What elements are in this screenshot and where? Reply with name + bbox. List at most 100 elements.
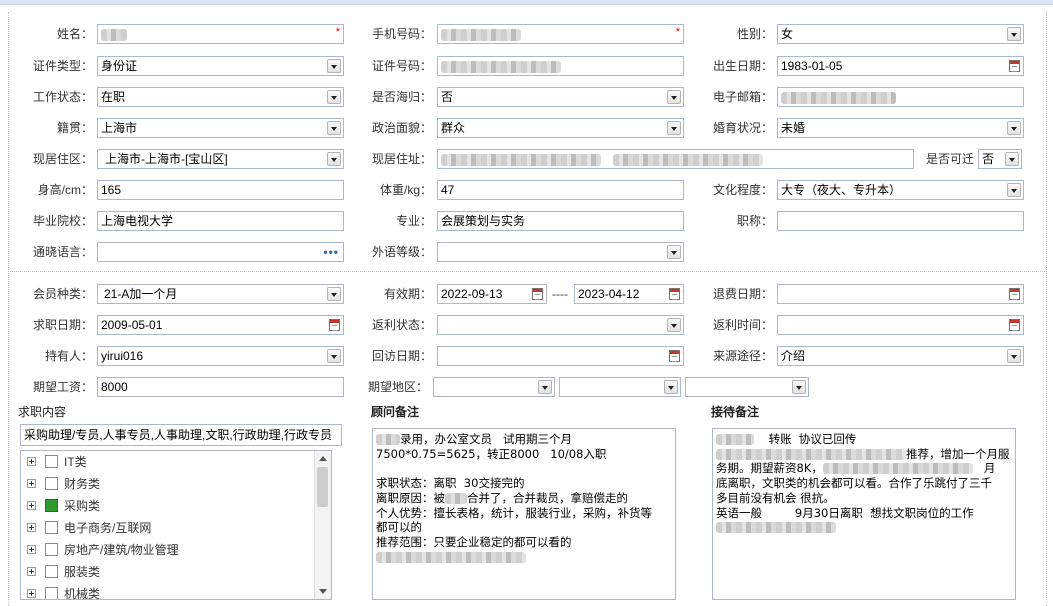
tree-item[interactable]: 服装类: [21, 562, 311, 582]
chevron-down-icon[interactable]: [327, 59, 341, 73]
expand-icon[interactable]: [27, 501, 36, 510]
major-field[interactable]: 会展策划与实务: [437, 211, 684, 231]
job-category-tree[interactable]: IT类 财务类 采购类 电子商务/互联网 房地产/建筑/物业管理 服装类机械类: [20, 450, 332, 600]
job-date-field[interactable]: 2009-05-01: [97, 315, 344, 335]
tree-item[interactable]: 机械类: [21, 584, 311, 599]
expand-icon[interactable]: [27, 457, 36, 466]
email-field[interactable]: [777, 87, 1024, 107]
chevron-down-icon[interactable]: [327, 287, 341, 301]
chevron-down-icon[interactable]: [1005, 152, 1019, 166]
chevron-down-icon[interactable]: [327, 121, 341, 135]
native-select[interactable]: 上海市: [97, 118, 344, 138]
calendar-icon[interactable]: [669, 350, 680, 362]
languages-field[interactable]: •••: [97, 242, 344, 262]
refund-date-field[interactable]: [777, 284, 1024, 304]
expand-icon[interactable]: [27, 479, 36, 488]
title-field[interactable]: [777, 211, 1024, 231]
school-field[interactable]: 上海电视大学: [97, 211, 344, 231]
political-select[interactable]: 群众: [437, 118, 684, 138]
area-district-select[interactable]: [685, 377, 809, 397]
chevron-down-icon[interactable]: [792, 380, 806, 394]
valid-from-field[interactable]: 2022-09-13: [437, 284, 547, 304]
chevron-down-icon[interactable]: [1007, 27, 1021, 41]
valid-from-value: 2022-09-13: [441, 287, 503, 301]
major-label: 专业：: [395, 214, 432, 228]
scroll-down-icon[interactable]: [319, 589, 327, 594]
residence-area-select[interactable]: 上海市-上海市-[宝山区]: [97, 149, 344, 169]
area-city-select[interactable]: [559, 377, 681, 397]
birth-date-field[interactable]: 1983-01-05: [777, 56, 1024, 76]
chevron-down-icon[interactable]: [327, 349, 341, 363]
relocate-select[interactable]: 否: [978, 149, 1022, 169]
category-checkbox[interactable]: [45, 521, 58, 534]
id-number-field[interactable]: [437, 56, 684, 76]
expand-icon[interactable]: [27, 545, 36, 554]
category-checkbox[interactable]: [45, 587, 58, 599]
chevron-down-icon[interactable]: [1007, 183, 1021, 197]
job-content-summary[interactable]: 采购助理/专员,人事专员,人事助理,文职,行政助理,行政专员: [20, 424, 342, 446]
rebate-time-field[interactable]: [777, 315, 1024, 335]
chevron-down-icon[interactable]: [667, 90, 681, 104]
calendar-icon[interactable]: [532, 288, 543, 300]
category-checkbox[interactable]: [45, 499, 58, 512]
gender-select[interactable]: 女: [777, 24, 1024, 44]
category-checkbox[interactable]: [45, 455, 58, 468]
calendar-icon[interactable]: [1009, 319, 1020, 331]
consultant-note-textarea[interactable]: 录用，办公室文员 试用期三个月 7500*0.75=5625，转正8000 10…: [372, 428, 676, 600]
expand-icon[interactable]: [27, 567, 36, 576]
marital-select[interactable]: 未婚: [777, 118, 1024, 138]
calendar-icon[interactable]: [1009, 288, 1020, 300]
chevron-down-icon[interactable]: [664, 380, 678, 394]
job-content-title: 求职内容: [18, 405, 67, 419]
visit-date-field[interactable]: [437, 346, 684, 366]
school-label: 毕业院校：: [32, 214, 93, 228]
height-field[interactable]: 165: [97, 180, 344, 200]
source-select[interactable]: 介绍: [777, 346, 1024, 366]
calendar-icon[interactable]: [329, 319, 340, 331]
overseas-select[interactable]: 否: [437, 87, 684, 107]
rebate-status-select[interactable]: [437, 315, 684, 335]
reception-note-textarea[interactable]: 转账 协议已回传 推荐，增加一个月服 务期。期望薪资8K， 月 底离职，文职类的…: [712, 428, 1016, 600]
tree-scrollbar[interactable]: [314, 451, 331, 599]
name-field[interactable]: *: [97, 24, 344, 44]
valid-to-field[interactable]: 2023-04-12: [574, 284, 684, 304]
area-province-select[interactable]: [433, 377, 555, 397]
work-status-select[interactable]: 在职: [97, 87, 344, 107]
more-icon[interactable]: •••: [323, 243, 339, 261]
tree-item[interactable]: 采购类: [21, 496, 311, 516]
chevron-down-icon[interactable]: [667, 318, 681, 332]
chevron-down-icon[interactable]: [327, 90, 341, 104]
address-field[interactable]: [437, 149, 914, 169]
member-type-select[interactable]: 21-A加一个月: [97, 284, 344, 304]
tree-item[interactable]: 房地产/建筑/物业管理: [21, 540, 311, 560]
chevron-down-icon[interactable]: [667, 245, 681, 259]
category-checkbox[interactable]: [45, 565, 58, 578]
calendar-icon[interactable]: [669, 288, 680, 300]
chevron-down-icon[interactable]: [667, 121, 681, 135]
chevron-down-icon[interactable]: [327, 152, 341, 166]
calendar-icon[interactable]: [1009, 60, 1020, 72]
education-select[interactable]: 大专（夜大、专升本）: [777, 180, 1024, 200]
chevron-down-icon[interactable]: [1007, 121, 1021, 135]
chevron-down-icon[interactable]: [538, 380, 552, 394]
tree-item[interactable]: 财务类: [21, 474, 311, 494]
expand-icon[interactable]: [27, 589, 36, 598]
holder-select[interactable]: yirui016: [97, 346, 344, 366]
job-date-label: 求职日期：: [32, 318, 93, 332]
category-checkbox[interactable]: [45, 477, 58, 490]
salary-label: 期望工资：: [32, 380, 93, 394]
weight-field[interactable]: 47: [437, 180, 684, 200]
salary-field[interactable]: 8000: [97, 377, 344, 397]
redacted-text: [376, 434, 400, 445]
chevron-down-icon[interactable]: [1007, 349, 1021, 363]
tree-item[interactable]: IT类: [21, 452, 311, 472]
category-checkbox[interactable]: [45, 543, 58, 556]
phone-field[interactable]: *: [437, 24, 684, 44]
scroll-thumb[interactable]: [317, 467, 328, 507]
scroll-up-icon[interactable]: [319, 456, 327, 461]
tree-item[interactable]: 电子商务/互联网: [21, 518, 311, 538]
id-type-select[interactable]: 身份证: [97, 56, 344, 76]
reception-line: 转账 协议已回传: [768, 432, 857, 446]
foreign-select[interactable]: [437, 242, 684, 262]
expand-icon[interactable]: [27, 523, 36, 532]
